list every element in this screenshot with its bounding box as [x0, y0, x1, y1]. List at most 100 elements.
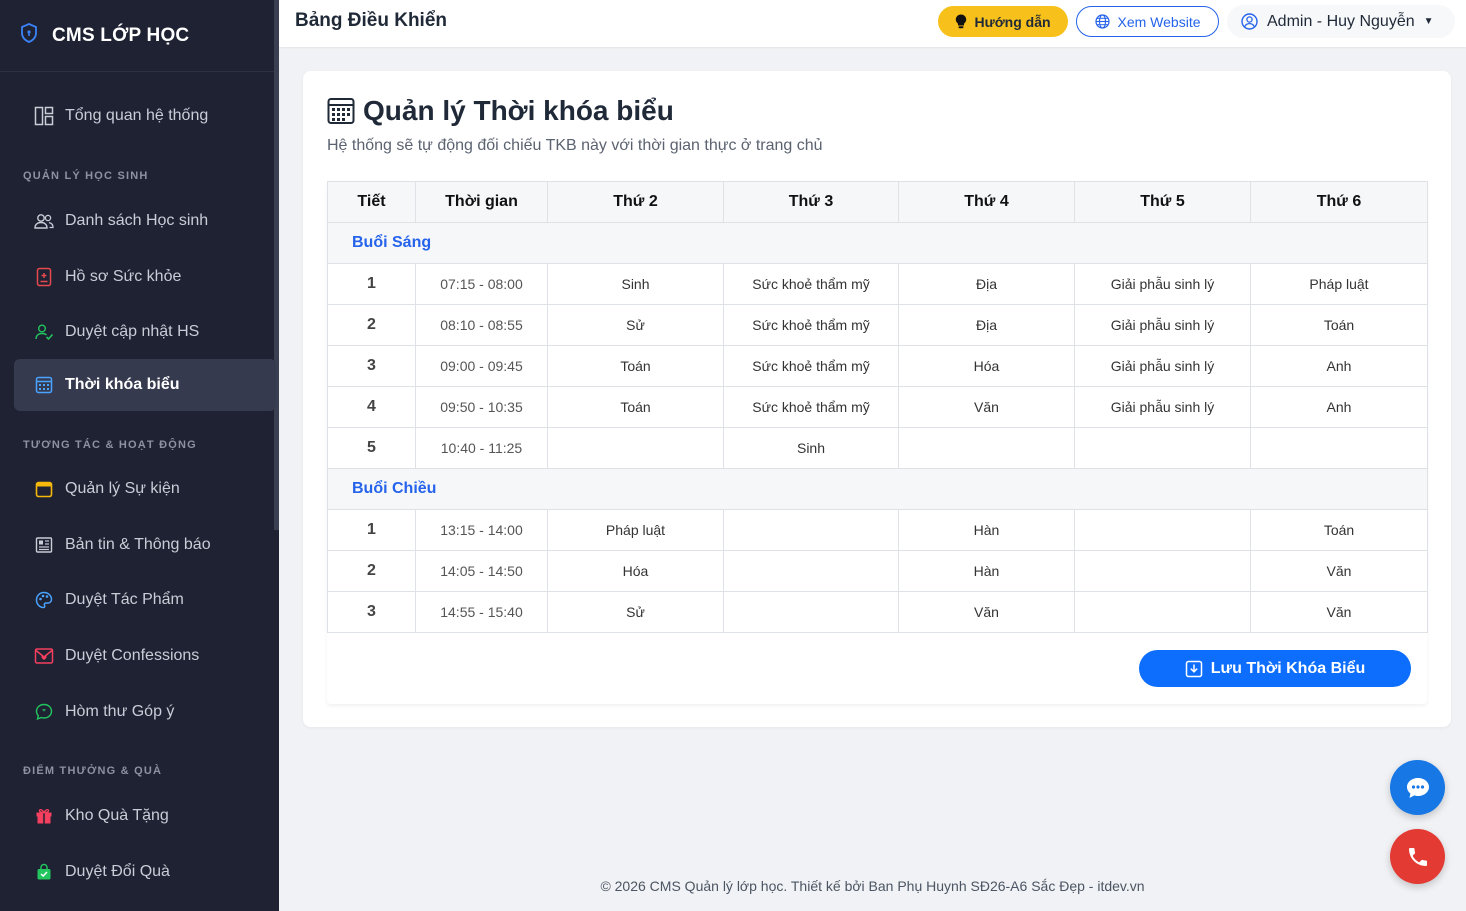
- subject-cell-mon[interactable]: Sinh: [547, 263, 724, 305]
- col-header-period: Tiết: [327, 181, 416, 223]
- brand[interactable]: CMS LỚP HỌC: [0, 0, 279, 72]
- subject-cell-wed[interactable]: Văn: [898, 386, 1075, 428]
- subject-cell-wed[interactable]: Hàn: [898, 509, 1075, 551]
- table-row: 3 14:55 - 15:40 Sử Văn Văn: [327, 591, 1428, 633]
- phone-fab-button[interactable]: [1390, 829, 1445, 884]
- time-cell: 10:40 - 11:25: [415, 427, 548, 469]
- subject-cell-fri[interactable]: Anh: [1250, 345, 1428, 387]
- subject-cell-tue[interactable]: Sức khoẻ thẩm mỹ: [723, 263, 899, 305]
- subject-cell-thu[interactable]: [1074, 427, 1251, 469]
- subject-cell-mon[interactable]: Sử: [547, 304, 724, 346]
- guide-button[interactable]: Hướng dẫn: [938, 6, 1068, 37]
- page-title: Bảng Điều Khiển: [295, 10, 448, 31]
- users-icon: [34, 211, 54, 231]
- subject-cell-mon[interactable]: Toán: [547, 386, 724, 428]
- subject-cell-mon[interactable]: Toán: [547, 345, 724, 387]
- subject-cell-thu[interactable]: [1074, 591, 1251, 633]
- subject-cell-mon[interactable]: [547, 427, 724, 469]
- subject-cell-wed[interactable]: Hóa: [898, 345, 1075, 387]
- sidebar-item-confessions[interactable]: Duyệt Confessions: [14, 630, 276, 682]
- col-header-mon: Thứ 2: [547, 181, 724, 223]
- section-row-afternoon: Buổi Chiều: [327, 468, 1428, 510]
- section-row-morning: Buổi Sáng: [327, 222, 1428, 264]
- user-circle-icon: [1241, 13, 1258, 30]
- subject-cell-tue[interactable]: Sức khoẻ thẩm mỹ: [723, 304, 899, 346]
- medical-file-icon: [34, 267, 54, 287]
- subject-cell-fri[interactable]: [1250, 427, 1428, 469]
- period-cell: 1: [327, 509, 416, 551]
- subject-cell-mon[interactable]: Pháp luật: [547, 509, 724, 551]
- sidebar-item-redeem[interactable]: Duyệt Đổi Quà: [14, 846, 276, 898]
- subject-cell-wed[interactable]: Địa: [898, 304, 1075, 346]
- shield-icon: [20, 23, 38, 48]
- subject-cell-tue[interactable]: Sinh: [723, 427, 899, 469]
- sidebar-item-label: Kho Quà Tặng: [65, 807, 169, 824]
- time-cell: 09:50 - 10:35: [415, 386, 548, 428]
- subject-cell-tue[interactable]: [723, 591, 899, 633]
- nav-section-students: QUẢN LÝ HỌC SINH: [23, 170, 149, 182]
- subject-cell-thu[interactable]: Giải phẫu sinh lý: [1074, 345, 1251, 387]
- calendar-grid-icon: [34, 375, 54, 395]
- sidebar-item-gifts[interactable]: Kho Quà Tặng: [14, 790, 276, 842]
- nav-section-rewards: ĐIỂM THƯỞNG & QUÀ: [23, 765, 163, 777]
- subject-cell-tue[interactable]: Sức khoẻ thẩm mỹ: [723, 386, 899, 428]
- time-cell: 14:05 - 14:50: [415, 550, 548, 592]
- view-website-button[interactable]: Xem Website: [1076, 6, 1219, 37]
- svg-text:❞: ❞: [42, 708, 46, 716]
- subject-cell-fri[interactable]: Pháp luật: [1250, 263, 1428, 305]
- subject-cell-thu[interactable]: [1074, 550, 1251, 592]
- sidebar-item-feedback[interactable]: ❞ Hòm thư Góp ý: [14, 686, 276, 738]
- user-menu-dropdown[interactable]: Admin - Huy Nguyễn ▼: [1227, 5, 1455, 38]
- period-cell: 5: [327, 427, 416, 469]
- subject-cell-thu[interactable]: [1074, 509, 1251, 551]
- subject-cell-thu[interactable]: Giải phẫu sinh lý: [1074, 386, 1251, 428]
- chat-quote-icon: ❞: [34, 702, 54, 722]
- chat-fab-button[interactable]: [1390, 760, 1445, 815]
- subject-cell-wed[interactable]: Địa: [898, 263, 1075, 305]
- subject-cell-wed[interactable]: Hàn: [898, 550, 1075, 592]
- table-header-row: Tiết Thời gian Thứ 2 Thứ 3 Thứ 4 Thứ 5 T…: [327, 181, 1428, 223]
- user-check-icon: [34, 322, 54, 342]
- subject-cell-mon[interactable]: Sử: [547, 591, 724, 633]
- time-cell: 07:15 - 08:00: [415, 263, 548, 305]
- period-cell: 2: [327, 550, 416, 592]
- sidebar-item-timetable[interactable]: Thời khóa biểu: [14, 359, 276, 411]
- subject-cell-fri[interactable]: Văn: [1250, 550, 1428, 592]
- sidebar-item-artworks[interactable]: Duyệt Tác Phẩm: [14, 574, 276, 626]
- subject-cell-thu[interactable]: Giải phẫu sinh lý: [1074, 304, 1251, 346]
- subject-cell-tue[interactable]: Sức khoẻ thẩm mỹ: [723, 345, 899, 387]
- lightbulb-icon: [955, 14, 967, 29]
- subject-cell-wed[interactable]: [898, 427, 1075, 469]
- sidebar-item-approve-updates[interactable]: Duyệt cập nhật HS: [14, 306, 276, 358]
- sidebar-item-label: Quản lý Sự kiện: [65, 480, 180, 497]
- subject-cell-fri[interactable]: Văn: [1250, 591, 1428, 633]
- sidebar-item-health[interactable]: Hồ sơ Sức khỏe: [14, 251, 276, 303]
- chat-bubble-icon: [1405, 776, 1431, 800]
- col-header-time: Thời gian: [415, 181, 548, 223]
- section-label-afternoon: Buổi Chiều: [327, 468, 1428, 510]
- subject-cell-tue[interactable]: [723, 509, 899, 551]
- timetable-card: Quản lý Thời khóa biểu Hệ thống sẽ tự độ…: [303, 71, 1451, 727]
- subject-cell-fri[interactable]: Anh: [1250, 386, 1428, 428]
- sidebar-item-overview[interactable]: Tổng quan hệ thống: [14, 90, 276, 142]
- save-timetable-label: Lưu Thời Khóa Biểu: [1210, 659, 1366, 677]
- period-cell: 4: [327, 386, 416, 428]
- time-cell: 14:55 - 15:40: [415, 591, 548, 633]
- calendar-icon: [34, 479, 54, 499]
- save-timetable-button[interactable]: Lưu Thời Khóa Biểu: [1139, 650, 1411, 687]
- sidebar-item-label: Danh sách Học sinh: [65, 212, 209, 229]
- sidebar-item-news[interactable]: Bản tin & Thông báo: [14, 519, 276, 571]
- table-row: 3 09:00 - 09:45 Toán Sức khoẻ thẩm mỹ Hóa Giả…: [327, 345, 1428, 387]
- time-cell: 09:00 - 09:45: [415, 345, 548, 387]
- timetable-table-wrapper: Tiết Thời gian Thứ 2 Thứ 3 Thứ 4 Thứ 5 T…: [327, 181, 1428, 704]
- sidebar-item-students[interactable]: Danh sách Học sinh: [14, 195, 276, 247]
- brand-name: CMS LỚP HỌC: [52, 24, 190, 46]
- subject-cell-tue[interactable]: [723, 550, 899, 592]
- phone-icon: [1406, 845, 1430, 869]
- subject-cell-fri[interactable]: Toán: [1250, 509, 1428, 551]
- sidebar-item-events[interactable]: Quản lý Sự kiện: [14, 463, 276, 515]
- subject-cell-thu[interactable]: Giải phẫu sinh lý: [1074, 263, 1251, 305]
- subject-cell-wed[interactable]: Văn: [898, 591, 1075, 633]
- subject-cell-fri[interactable]: Toán: [1250, 304, 1428, 346]
- subject-cell-mon[interactable]: Hóa: [547, 550, 724, 592]
